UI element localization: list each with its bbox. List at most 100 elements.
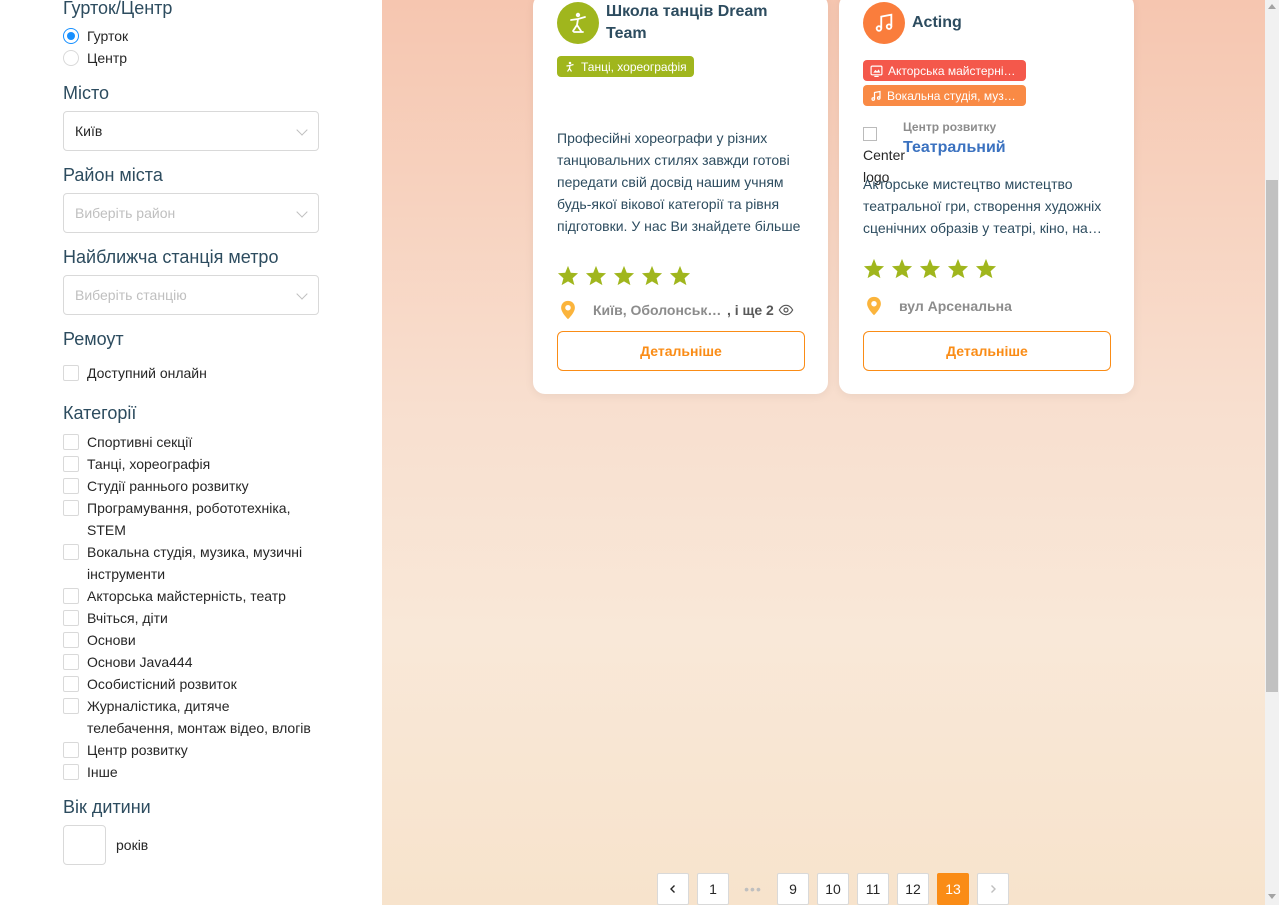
radio-center[interactable]: Центр — [63, 47, 127, 69]
checkbox-label: Вокальна студія, музика, музичні інструм… — [87, 544, 303, 582]
star-icon — [641, 265, 663, 286]
music-note-icon — [871, 90, 881, 101]
metro-select[interactable]: Виберіть станцію — [63, 275, 319, 315]
card-location: вул Арсенальна — [863, 295, 1012, 317]
category-checkbox[interactable]: Основи Java444 — [63, 651, 315, 673]
checkbox-label: Студії раннього розвитку — [87, 478, 249, 494]
pagination-prev-button[interactable] — [657, 873, 689, 905]
district-title: Район міста — [63, 165, 163, 185]
radio-gurtok[interactable]: Гурток — [63, 25, 128, 47]
pagination-page[interactable]: 9 — [777, 873, 809, 905]
checkbox[interactable] — [63, 456, 79, 472]
checkbox-label: Спортивні секції — [87, 434, 193, 450]
chevron-down-icon — [296, 124, 308, 136]
category-checkbox[interactable]: Акторська майстерність, театр — [63, 585, 315, 607]
location-text: вул Арсенальна — [899, 298, 1012, 314]
dance-icon — [557, 2, 599, 44]
scroll-down-arrow[interactable] — [1268, 894, 1276, 899]
category-checkbox[interactable]: Вчіться, діти — [63, 607, 315, 629]
checkbox[interactable] — [63, 610, 79, 626]
checkbox[interactable] — [63, 365, 79, 381]
checkbox-label: Центр розвитку — [87, 742, 188, 758]
pagination-next-button[interactable] — [977, 873, 1009, 905]
checkbox[interactable] — [63, 676, 79, 692]
checkbox[interactable] — [63, 632, 79, 648]
checkbox[interactable] — [63, 588, 79, 604]
category-checkbox[interactable]: Основи — [63, 629, 315, 651]
chevron-right-icon — [991, 885, 996, 893]
category-tag-label: Танці, хореографія — [581, 59, 687, 74]
eye-icon[interactable] — [778, 302, 794, 318]
rating-stars — [863, 258, 1003, 279]
details-button[interactable]: Детальніше — [863, 331, 1111, 371]
checkbox-label: Акторська майстерність, театр — [87, 588, 286, 604]
card-description: Акторське мистецтво мистецтво театрально… — [863, 176, 1102, 236]
category-tag: Танці, хореографія — [557, 56, 694, 77]
theater-icon — [870, 65, 883, 77]
music-note-icon — [863, 2, 905, 44]
checkbox[interactable] — [63, 654, 79, 670]
checkbox-label: Основи Java444 — [87, 654, 193, 670]
scrollbar-thumb[interactable] — [1266, 180, 1278, 692]
location-text: Київ, Оболонський — [593, 302, 723, 318]
star-icon — [919, 258, 941, 279]
checkbox[interactable] — [63, 500, 79, 516]
chevron-left-icon — [670, 885, 675, 893]
card-description: Професійні хореографи у різних танцюваль… — [557, 130, 801, 234]
category-tag-label: Акторська майстерність, театр — [888, 63, 1019, 78]
map-pin-icon — [867, 296, 881, 316]
category-checkbox[interactable]: Центр розвитку — [63, 739, 315, 761]
card-title[interactable]: Acting — [912, 12, 962, 34]
checkbox[interactable] — [63, 478, 79, 494]
category-checkbox[interactable]: Вокальна студія, музика, музичні інструм… — [63, 541, 315, 585]
club-card[interactable]: Школа танців Dream Team Танці, хореограф… — [533, 0, 828, 394]
city-select[interactable]: Київ — [63, 111, 319, 151]
checkbox[interactable] — [63, 698, 79, 714]
details-button[interactable]: Детальніше — [557, 331, 805, 371]
category-checkbox[interactable]: Танці, хореографія — [63, 453, 315, 475]
card-location: Київ, Оболонський , і ще 2 — [557, 299, 794, 321]
age-input[interactable] — [63, 825, 106, 865]
pagination-page[interactable]: 1 — [697, 873, 729, 905]
category-checkbox[interactable]: Інше — [63, 761, 315, 783]
star-icon — [613, 265, 635, 286]
center-name-link[interactable]: Театральний — [903, 139, 1006, 157]
metro-title: Найближча станція метро — [63, 247, 279, 267]
location-more: , і ще 2 — [727, 302, 774, 318]
radio-label: Гурток — [87, 28, 129, 44]
remote-online-checkbox[interactable]: Доступний онлайн — [63, 362, 207, 384]
star-icon — [585, 265, 607, 286]
pagination-page[interactable]: 11 — [857, 873, 889, 905]
category-checkbox[interactable]: Студії раннього розвитку — [63, 475, 315, 497]
dance-icon — [566, 61, 574, 72]
star-icon — [947, 258, 969, 279]
pagination-page-current[interactable]: 13 — [937, 873, 969, 905]
category-tag-label: Вокальна студія, музика — [887, 88, 1019, 103]
star-icon — [891, 258, 913, 279]
star-icon — [669, 265, 691, 286]
star-icon — [557, 265, 579, 286]
radio-button[interactable] — [63, 50, 79, 66]
star-icon — [863, 258, 885, 279]
metro-select-placeholder: Виберіть станцію — [75, 287, 187, 303]
pagination-page[interactable]: 12 — [897, 873, 929, 905]
pagination-ellipsis[interactable]: ••• — [737, 873, 769, 905]
scroll-up-arrow[interactable] — [1268, 4, 1276, 9]
card-title[interactable]: Школа танців Dream Team — [606, 1, 806, 45]
checkbox[interactable] — [63, 742, 79, 758]
checkbox[interactable] — [63, 544, 79, 560]
checkbox-label: Доступний онлайн — [87, 365, 207, 381]
pagination-page[interactable]: 10 — [817, 873, 849, 905]
city-title: Місто — [63, 83, 110, 103]
district-select[interactable]: Виберіть район — [63, 193, 319, 233]
category-checkbox[interactable]: Спортивні секції — [63, 431, 315, 453]
category-checkbox[interactable]: Програмування, робототехніка, STEM — [63, 497, 315, 541]
radio-button[interactable] — [63, 28, 79, 44]
club-card[interactable]: Acting Акторська майстерність, театр Вок… — [839, 0, 1134, 394]
category-checkbox[interactable]: Особистісний розвиток — [63, 673, 315, 695]
age-title: Вік дитини — [63, 797, 151, 817]
checkbox[interactable] — [63, 434, 79, 450]
type-section-title: Гурток/Центр — [63, 0, 173, 18]
checkbox[interactable] — [63, 764, 79, 780]
category-checkbox[interactable]: Журналістика, дитяче телебачення, монтаж… — [63, 695, 315, 739]
